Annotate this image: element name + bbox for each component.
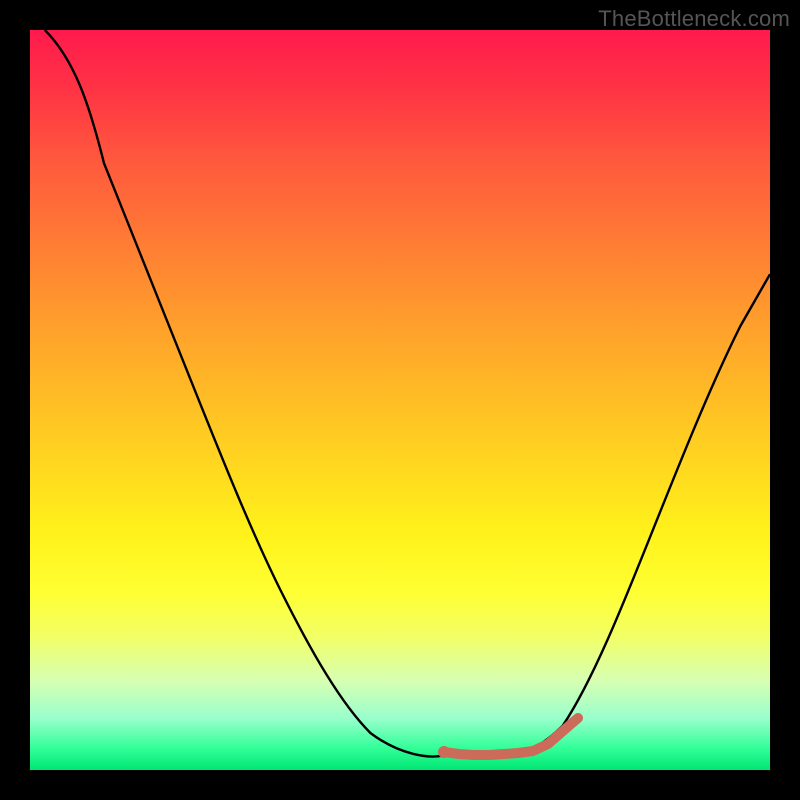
chart-frame: TheBottleneck.com (0, 0, 800, 800)
chart-svg (30, 30, 770, 770)
chart-plot-area (30, 30, 770, 770)
watermark-text: TheBottleneck.com (598, 6, 790, 32)
optimal-range-marker-line (444, 718, 578, 755)
bottleneck-curve-line (45, 30, 770, 756)
